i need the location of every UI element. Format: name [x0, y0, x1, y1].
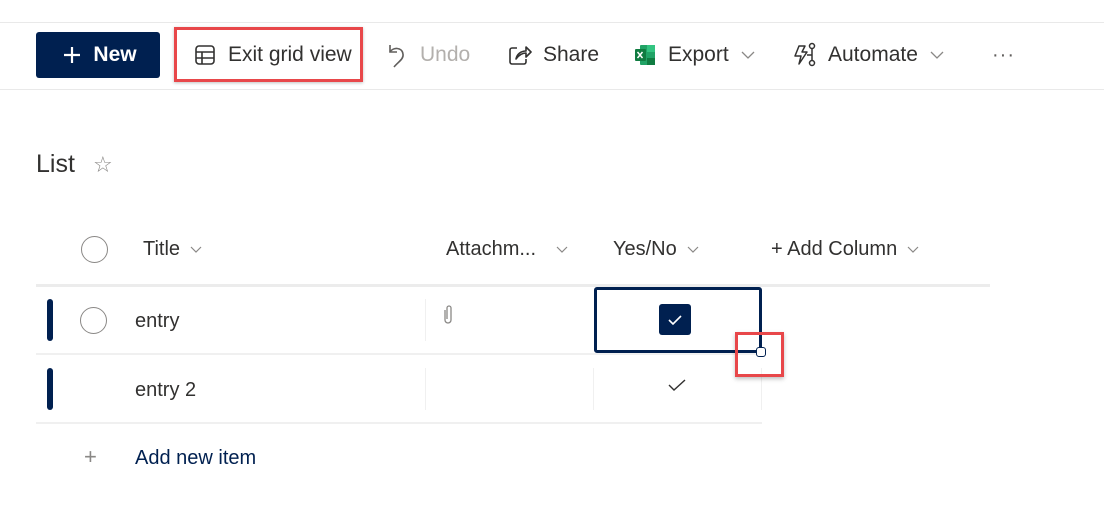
toolbar-divider: [0, 89, 1104, 90]
chevron-down-icon: [556, 246, 568, 253]
undo-button[interactable]: Undo: [384, 32, 470, 78]
add-column-button[interactable]: + Add Column: [771, 238, 919, 261]
chevron-down-icon: [190, 246, 202, 253]
header-divider: [36, 284, 990, 287]
automate-flow-icon: [792, 42, 818, 68]
more-icon: ···: [992, 43, 1015, 66]
undo-icon: [384, 42, 410, 68]
column-label: Title: [143, 238, 181, 260]
row-status-bar: [47, 368, 53, 410]
title-cell[interactable]: entry 2: [135, 379, 196, 402]
checkmark-icon: [668, 314, 682, 325]
grid-icon: [192, 42, 218, 68]
export-label: Export: [668, 43, 729, 66]
share-icon: [507, 42, 533, 68]
row-divider: [36, 422, 762, 424]
cell-divider: [593, 368, 594, 410]
chevron-down-icon: [907, 246, 919, 253]
chevron-down-icon: [687, 246, 699, 253]
automate-label: Automate: [828, 43, 918, 66]
plus-icon: [59, 42, 85, 68]
row-select-checkbox[interactable]: [80, 307, 107, 334]
share-button[interactable]: Share: [507, 32, 599, 78]
fill-handle[interactable]: [756, 347, 766, 357]
excel-icon: [632, 42, 658, 68]
paperclip-icon[interactable]: [441, 304, 455, 331]
cell-divider: [425, 368, 426, 410]
command-bar: New Exit grid view Undo Share Export Aut…: [0, 23, 1104, 89]
column-header-title[interactable]: Title: [143, 238, 202, 261]
automate-button[interactable]: Automate: [792, 32, 944, 78]
new-label: New: [93, 43, 137, 66]
page-title: List: [36, 150, 75, 178]
add-icon[interactable]: +: [84, 444, 97, 470]
undo-label: Undo: [420, 43, 471, 66]
exit-grid-view-button[interactable]: Exit grid view: [174, 27, 363, 82]
chevron-down-icon: [741, 51, 755, 59]
checkmark-icon[interactable]: [667, 378, 687, 397]
row-divider: [36, 353, 762, 355]
column-header-yes-no[interactable]: Yes/No: [613, 238, 699, 261]
export-button[interactable]: Export: [632, 32, 755, 78]
favorite-star-icon[interactable]: ☆: [93, 152, 113, 178]
yes-no-checkbox[interactable]: [659, 304, 691, 335]
row-status-bar: [47, 299, 53, 341]
exit-grid-view-label: Exit grid view: [228, 42, 352, 66]
new-button[interactable]: New: [36, 32, 160, 78]
title-cell[interactable]: entry: [135, 310, 179, 333]
more-options-button[interactable]: ···: [992, 32, 1015, 78]
add-new-item-link[interactable]: Add new item: [135, 447, 256, 470]
chevron-down-icon: [930, 51, 944, 59]
cell-divider: [425, 299, 426, 341]
share-label: Share: [543, 43, 600, 66]
select-all-checkbox[interactable]: [81, 236, 108, 263]
column-label: + Add Column: [771, 238, 898, 260]
column-label: Yes/No: [613, 238, 677, 260]
column-header-attachments[interactable]: Attachm...: [446, 238, 568, 261]
column-label: Attachm...: [446, 238, 537, 260]
